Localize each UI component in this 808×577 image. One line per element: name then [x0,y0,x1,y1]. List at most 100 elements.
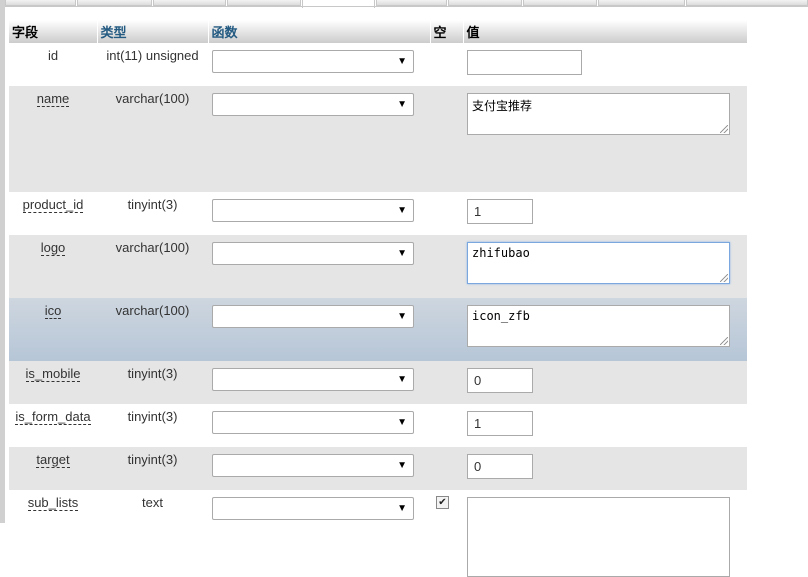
table-row: ico varchar(100) ▼ icon_zfb [9,298,747,361]
value-text: 支付宝推荐 [472,99,533,113]
function-select[interactable]: ▼ [212,368,414,391]
table-row: target tinyint(3) ▼ 0 [9,447,747,490]
function-select[interactable]: ▼ [212,93,414,116]
function-cell: ▼ [208,86,430,192]
value-text: icon_zfb [472,309,530,323]
type-cell: tinyint(3) [97,404,208,447]
table-row: sub_lists text ▼ ✔ [9,490,747,577]
function-select[interactable]: ▼ [212,411,414,434]
table-row: is_mobile tinyint(3) ▼ 0 [9,361,747,404]
value-cell [463,43,747,86]
value-input[interactable] [467,50,582,75]
field-name[interactable]: is_form_data [15,409,91,425]
function-cell: ▼ [208,490,430,577]
field-type: tinyint(3) [127,366,178,381]
value-textarea[interactable]: 支付宝推荐 [467,93,730,135]
null-cell [430,235,463,298]
function-cell: ▼ [208,235,430,298]
field-name[interactable]: is_mobile [25,366,81,382]
field-type: varchar(100) [115,91,190,106]
type-cell: varchar(100) [97,298,208,361]
insert-form-table: 字段 类型 函数 空 值 id int(11) unsigned ▼ name … [9,20,748,577]
checkmark-icon: ✔ [438,497,447,508]
value-cell: 0 [463,361,747,404]
value-textarea[interactable] [467,497,730,577]
table-row: logo varchar(100) ▼ zhifubao [9,235,747,298]
value-cell: 0 [463,447,747,490]
type-cell: int(11) unsigned [97,43,208,86]
tab-divider [5,6,808,7]
function-select[interactable]: ▼ [212,242,414,265]
table-row: is_form_data tinyint(3) ▼ 1 [9,404,747,447]
field-name[interactable]: product_id [22,197,84,213]
value-input[interactable]: 0 [467,368,533,393]
null-cell [430,192,463,235]
chevron-down-icon: ▼ [397,99,407,110]
table-row: name varchar(100) ▼ 支付宝推荐 [9,86,747,192]
field-cell: sub_lists [9,490,97,577]
value-input[interactable]: 1 [467,199,533,224]
value-cell: 支付宝推荐 [463,86,747,192]
value-cell [463,490,747,577]
field-cell: is_mobile [9,361,97,404]
field-type: varchar(100) [115,240,190,255]
null-cell [430,404,463,447]
null-cell [430,361,463,404]
function-cell: ▼ [208,447,430,490]
value-textarea[interactable]: zhifubao [467,242,730,284]
field-name[interactable]: name [36,91,70,107]
field-cell: product_id [9,192,97,235]
field-cell: name [9,86,97,192]
chevron-down-icon: ▼ [397,56,407,67]
type-cell: tinyint(3) [97,361,208,404]
resize-grip-icon[interactable] [720,125,728,133]
header-function[interactable]: 函数 [208,20,431,43]
field-name[interactable]: logo [40,240,66,256]
value-cell: 1 [463,404,747,447]
function-cell: ▼ [208,43,430,86]
field-cell: logo [9,235,97,298]
chevron-down-icon: ▼ [397,460,407,471]
value-input[interactable]: 1 [467,411,533,436]
type-cell: tinyint(3) [97,192,208,235]
field-cell: is_form_data [9,404,97,447]
field-name[interactable]: sub_lists [27,495,79,511]
header-type[interactable]: 类型 [97,20,209,43]
type-cell: varchar(100) [97,235,208,298]
function-select[interactable]: ▼ [212,199,414,222]
value-cell: zhifubao [463,235,747,298]
function-cell: ▼ [208,404,430,447]
field-name[interactable]: target [36,452,70,468]
table-row: id int(11) unsigned ▼ [9,43,747,86]
function-select[interactable]: ▼ [212,305,414,328]
value-input[interactable]: 0 [467,454,533,479]
function-cell: ▼ [208,298,430,361]
resize-grip-icon[interactable] [720,337,728,345]
type-cell: tinyint(3) [97,447,208,490]
type-cell: text [97,490,208,577]
field-type: tinyint(3) [127,409,178,424]
resize-grip-icon[interactable] [720,274,728,282]
header-value: 值 [463,20,748,43]
function-select[interactable]: ▼ [212,497,414,520]
header-field: 字段 [9,20,98,43]
field-cell: id [9,43,97,86]
function-select[interactable]: ▼ [212,454,414,477]
function-cell: ▼ [208,361,430,404]
value-textarea[interactable]: icon_zfb [467,305,730,347]
field-type: varchar(100) [115,303,190,318]
chevron-down-icon: ▼ [397,417,407,428]
field-name[interactable]: ico [44,303,62,319]
function-select[interactable]: ▼ [212,50,414,73]
null-cell: ✔ [430,490,463,577]
field-type: tinyint(3) [127,197,178,212]
field-type: int(11) unsigned [106,48,199,63]
field-cell: ico [9,298,97,361]
header-null: 空 [430,20,464,43]
type-cell: varchar(100) [97,86,208,192]
null-cell [430,43,463,86]
table-header: 字段 类型 函数 空 值 [9,20,748,43]
table-row: product_id tinyint(3) ▼ 1 [9,192,747,235]
null-checkbox[interactable]: ✔ [436,496,449,509]
value-cell: 1 [463,192,747,235]
